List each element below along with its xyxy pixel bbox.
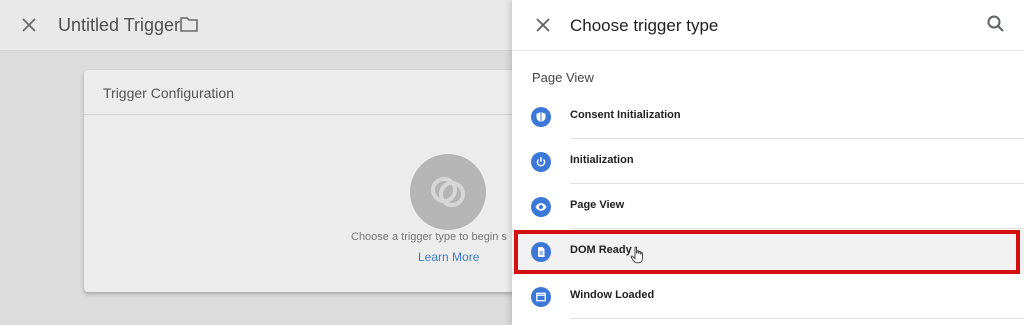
close-icon[interactable] bbox=[532, 14, 554, 36]
choose-trigger-type-panel: Choose trigger type Page View Consent In… bbox=[512, 0, 1024, 325]
trigger-item-label: Page View bbox=[570, 199, 625, 211]
trigger-item-label: Consent Initialization bbox=[570, 109, 681, 121]
close-icon[interactable] bbox=[18, 14, 40, 36]
trigger-item-consent-initialization[interactable]: Consent Initialization bbox=[512, 95, 1024, 139]
choose-trigger-prompt: Choose a trigger type to begin s bbox=[351, 231, 507, 243]
trigger-item-dom-ready[interactable]: DOM Ready bbox=[512, 230, 1024, 274]
trigger-item-label: Window Loaded bbox=[570, 289, 655, 301]
learn-more-link[interactable]: Learn More bbox=[418, 250, 479, 264]
folder-icon[interactable] bbox=[180, 16, 198, 32]
trigger-item-window-loaded[interactable]: Window Loaded bbox=[512, 275, 1024, 319]
hand-pointer-icon bbox=[630, 246, 643, 264]
shield-icon bbox=[531, 107, 551, 127]
eye-icon bbox=[531, 197, 551, 217]
trigger-editor-header: Untitled Trigger bbox=[0, 0, 512, 51]
divider bbox=[570, 228, 1024, 229]
window-icon bbox=[531, 287, 551, 307]
trigger-configuration-card[interactable]: Trigger Configuration Choose a trigger t… bbox=[84, 70, 524, 292]
divider bbox=[570, 138, 1024, 139]
divider bbox=[570, 183, 1024, 184]
trigger-item-page-view[interactable]: Page View bbox=[512, 185, 1024, 229]
panel-title: Choose trigger type bbox=[570, 16, 719, 35]
trigger-name-title[interactable]: Untitled Trigger bbox=[58, 15, 180, 36]
search-icon[interactable] bbox=[986, 14, 1006, 34]
power-icon bbox=[531, 152, 551, 172]
trigger-item-initialization[interactable]: Initialization bbox=[512, 140, 1024, 184]
panel-header: Choose trigger type bbox=[512, 0, 1024, 51]
card-divider bbox=[84, 114, 524, 115]
section-heading: Page View bbox=[532, 70, 594, 85]
trigger-type-placeholder-icon[interactable] bbox=[410, 154, 486, 230]
trigger-item-label: DOM Ready bbox=[570, 244, 632, 256]
trigger-item-label: Initialization bbox=[570, 154, 634, 166]
divider bbox=[570, 318, 1024, 319]
document-icon bbox=[531, 242, 551, 262]
card-title: Trigger Configuration bbox=[103, 85, 234, 101]
